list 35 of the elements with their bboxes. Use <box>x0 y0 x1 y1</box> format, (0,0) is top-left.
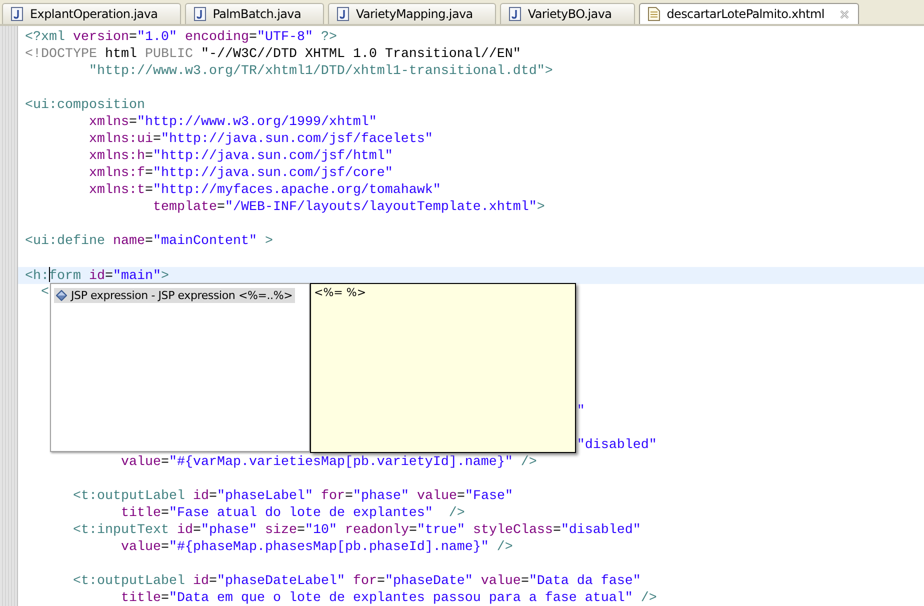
code-line: < <box>40 284 49 301</box>
code-line: title="Data em que o lote de explantes passou para a fase atual" /> <box>120 590 657 606</box>
code-line: "disabled" <box>576 437 657 454</box>
code-line: <t:outputLabel id="phaseLabel" for="phase" value="Fase" <box>72 488 513 505</box>
code-line: title="Fase atual do lote de explantes" /> <box>120 505 465 522</box>
code-line: xmlns:h="http://java.sun.com/jsf/html" <box>88 148 393 165</box>
java-file-icon <box>337 7 350 21</box>
diamond-icon <box>56 290 67 301</box>
code-line: xmlns="http://www.w3.org/1999/xhtml" <box>88 114 377 131</box>
code-line: <ui:define name="mainContent" > <box>25 233 273 250</box>
file-tab[interactable]: VarietyMapping.java <box>328 3 496 24</box>
code-line: xmlns:t="http://myfaces.apache.org/tomahawk" <box>88 182 441 199</box>
code-line: <t:inputText id="phase" size="10" readonly="true" styleClass="disabled" <box>72 522 641 539</box>
code-line: value="#{phaseMap.phasesMap[pb.phaseId].name}" /> <box>120 539 513 556</box>
file-tab[interactable]: PalmBatch.java <box>184 3 324 24</box>
java-file-icon <box>508 7 521 21</box>
file-tab[interactable]: VarietyBO.java <box>500 3 635 24</box>
code-line: value="#{varMap.varietiesMap[pb.varietyId].name}" /> <box>120 454 537 471</box>
code-line: <?xml version="1.0" encoding="UTF-8" ?> <box>25 29 337 46</box>
code-line: <ui:composition <box>25 97 145 114</box>
code-line: template="/WEB-INF/layouts/layoutTemplate.xhtml"> <box>152 199 545 216</box>
code-line: <!DOCTYPE html PUBLIC "-//W3C//DTD XHTML 1.0 Transitional//EN" <box>25 46 521 63</box>
java-file-icon <box>194 7 206 21</box>
document-icon <box>648 7 660 21</box>
java-file-icon <box>11 7 23 21</box>
code-line: xmlns:f="http://java.sun.com/jsf/core" <box>88 165 393 182</box>
code-line: " <box>576 403 585 420</box>
code-line: "http://www.w3.org/TR/xhtml1/DTD/xhtml1-transitional.dtd"> <box>88 63 553 80</box>
info-panel: <%= %> <box>310 283 576 453</box>
completion-item[interactable]: JSP expression - JSP expression <%=..%> <box>54 288 295 303</box>
file-tab[interactable]: ExplantOperation.java <box>2 3 181 24</box>
file-tab[interactable]: descartarLotePalmito.xhtml <box>638 3 860 24</box>
code-line: <t:outputLabel id="phaseDateLabel" for="phaseDate" value="Data da fase" <box>72 573 641 590</box>
close-icon[interactable] <box>839 8 850 20</box>
code-line: xmlns:ui="http://java.sun.com/jsf/facelets" <box>88 131 433 148</box>
